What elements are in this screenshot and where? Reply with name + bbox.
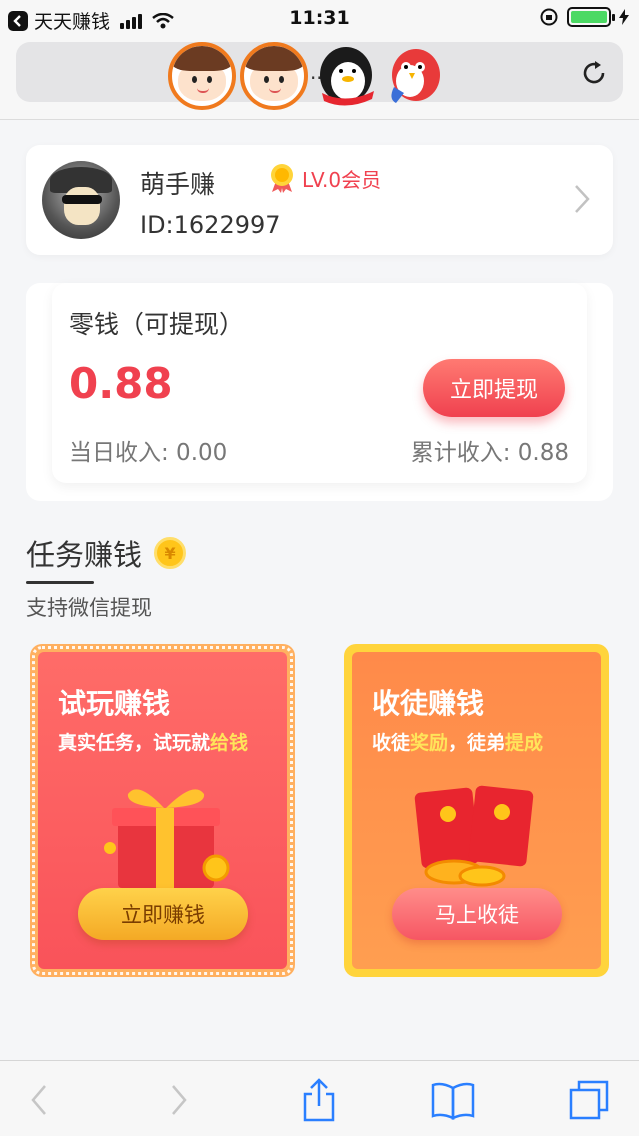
- balance-card: 零钱（可提现） 0.88 立即提现 当日收入: 0.00 累计收入: 0.88: [26, 283, 613, 501]
- coin-icon: ¥: [154, 537, 187, 569]
- avatar[interactable]: [42, 161, 120, 239]
- balance-amount: 0.88: [69, 359, 173, 408]
- total-income: 累计收入: 0.88: [410, 440, 569, 466]
- tabs-icon[interactable]: [566, 1077, 612, 1123]
- chevron-right-icon[interactable]: [573, 183, 591, 215]
- user-card[interactable]: 萌手赚 LV.0会员 ID:1622997: [26, 145, 613, 255]
- nav-forward-icon[interactable]: [156, 1077, 202, 1123]
- boy-face-sticker-2: [240, 42, 308, 110]
- recruit-desc-2: ，徒弟: [448, 732, 506, 754]
- charging-icon: [619, 9, 629, 25]
- user-name: 萌手赚: [140, 170, 216, 199]
- penguin-sticker: [320, 47, 374, 106]
- bookmarks-icon[interactable]: [430, 1077, 476, 1123]
- section-underline: [26, 581, 94, 584]
- trial-task-inner: 试玩赚钱 真实任务，试玩就给钱 立即赚钱: [38, 652, 287, 969]
- today-income: 当日收入: 0.00: [69, 440, 228, 466]
- section-title: 任务赚钱 ¥: [26, 532, 187, 574]
- recruit-desc-hl-1: 奖励: [410, 732, 449, 754]
- recruit-task-card[interactable]: 收徒赚钱 收徒奖励，徒弟提成 马上收徒: [344, 644, 609, 977]
- earn-now-button[interactable]: 立即赚钱: [78, 888, 248, 940]
- bird-sticker: [391, 49, 440, 103]
- nav-back-icon[interactable]: [16, 1077, 62, 1123]
- section-title-text: 任务赚钱: [26, 538, 143, 572]
- boy-face-sticker: [168, 42, 236, 110]
- battery-icon: [567, 7, 615, 27]
- recruit-task-title: 收徒赚钱: [372, 687, 485, 720]
- bottom-toolbar: [0, 1060, 639, 1136]
- trial-task-desc-highlight: 给钱: [210, 732, 249, 754]
- reload-icon[interactable]: [579, 58, 609, 88]
- red-envelope-icon: [414, 785, 534, 887]
- medal-icon: [271, 164, 293, 193]
- orientation-lock-icon: [540, 8, 558, 26]
- recruit-desc-hl-2: 提成: [505, 732, 544, 754]
- balance-inner: 零钱（可提现） 0.88 立即提现 当日收入: 0.00 累计收入: 0.88: [52, 283, 587, 483]
- trial-task-desc-text: 真实任务，试玩就: [58, 732, 211, 754]
- recruit-desc-1: 收徒: [372, 732, 411, 754]
- status-right: [539, 7, 629, 27]
- trial-task-title: 试玩赚钱: [58, 687, 171, 720]
- level-badge: LV.0会员: [268, 163, 381, 193]
- trial-task-card[interactable]: 试玩赚钱 真实任务，试玩就给钱 立即赚钱: [30, 644, 295, 977]
- balance-title: 零钱（可提现）: [69, 310, 245, 339]
- gift-icon: [104, 789, 230, 888]
- user-id: ID:1622997: [140, 211, 281, 239]
- withdraw-button[interactable]: 立即提现: [423, 359, 565, 417]
- share-icon[interactable]: [296, 1077, 342, 1123]
- level-text: LV.0会员: [302, 167, 382, 192]
- recruit-now-button[interactable]: 马上收徒: [392, 888, 562, 940]
- recruit-task-desc: 收徒奖励，徒弟提成: [372, 728, 543, 755]
- browser-address-area: ...: [0, 38, 639, 120]
- status-bar: 天天赚钱 11:31: [0, 0, 639, 38]
- section-subtitle: 支持微信提现: [26, 596, 152, 620]
- trial-task-desc: 真实任务，试玩就给钱: [58, 728, 248, 755]
- sticker-overlay: [168, 38, 446, 114]
- recruit-task-inner: 收徒赚钱 收徒奖励，徒弟提成 马上收徒: [352, 652, 601, 969]
